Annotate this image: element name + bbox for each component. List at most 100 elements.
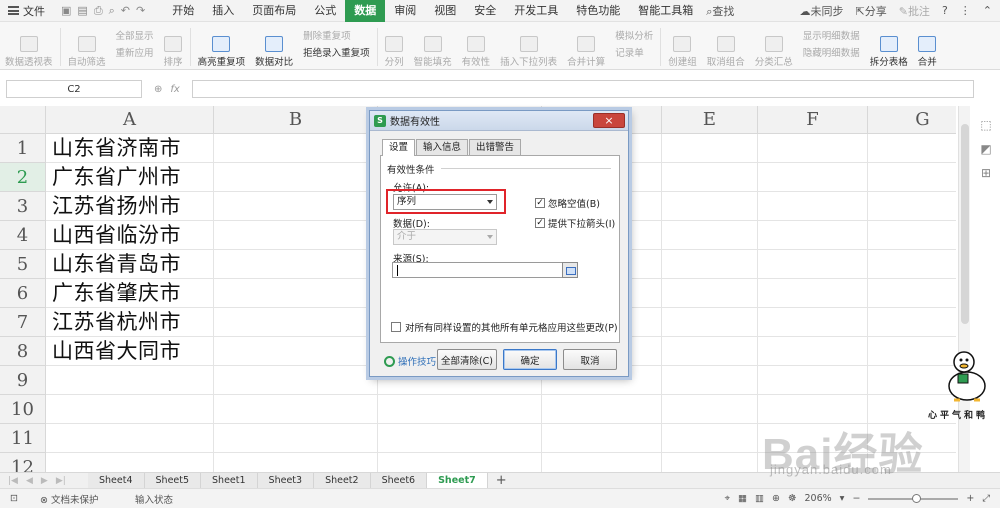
grid-cell[interactable] <box>542 424 662 453</box>
row-header[interactable]: 10 <box>0 395 46 424</box>
ungroup-button[interactable]: 取消组合 <box>702 26 750 68</box>
text-to-columns-button[interactable]: 分列 <box>380 26 409 68</box>
grid-cell[interactable] <box>46 395 214 424</box>
sheet-tab[interactable]: Sheet3 <box>257 472 315 489</box>
add-sheet-button[interactable]: + <box>488 473 515 488</box>
grid-cell[interactable] <box>542 453 662 472</box>
grid-cell[interactable] <box>214 279 378 308</box>
grid-cell[interactable] <box>868 279 956 308</box>
undo-icon[interactable]: ↶ <box>121 4 130 18</box>
cell-a5[interactable]: 山东省青岛市 <box>52 250 181 279</box>
source-input[interactable] <box>392 262 564 278</box>
sort-button[interactable]: 排序 <box>159 26 188 68</box>
grid-cell[interactable] <box>758 337 868 366</box>
collapse-ribbon-icon[interactable]: ⌃ <box>983 4 992 17</box>
tab-home[interactable]: 开始 <box>163 0 203 22</box>
reject-duplicates-button[interactable]: 拒绝录入重复项 <box>303 45 370 59</box>
tab-page-layout[interactable]: 页面布局 <box>243 0 305 22</box>
cell-a7[interactable]: 江苏省杭州市 <box>52 308 181 337</box>
preview-icon[interactable]: ⌕ <box>109 4 115 18</box>
cell-a6[interactable]: 广东省肇庆市 <box>52 279 181 308</box>
row-header[interactable]: 3 <box>0 192 46 221</box>
sheet-tab-active[interactable]: Sheet7 <box>427 472 488 489</box>
zoom-search-icon[interactable]: ⊕ <box>154 84 162 95</box>
grid-cell[interactable] <box>46 366 214 395</box>
cell-a2[interactable]: 广东省广州市 <box>52 163 181 192</box>
fullscreen-icon[interactable]: ⤢ <box>982 493 990 504</box>
row-header[interactable]: 8 <box>0 337 46 366</box>
reapply-button[interactable]: 重新应用 <box>116 45 154 59</box>
auto-filter-button[interactable]: 自动筛选 <box>63 26 111 68</box>
side-format-icon[interactable]: ⊞ <box>981 166 991 180</box>
range-select-button[interactable] <box>562 262 578 278</box>
row-header[interactable]: 12 <box>0 453 46 472</box>
sheet-tab[interactable]: Sheet4 <box>88 472 145 489</box>
show-detail-button[interactable]: 显示明细数据 <box>803 28 860 42</box>
column-header-b[interactable]: B <box>214 106 378 134</box>
grid-cell[interactable] <box>662 134 758 163</box>
grid-cell[interactable] <box>214 453 378 472</box>
grid-cell[interactable] <box>378 453 542 472</box>
tab-data[interactable]: 数据 <box>345 0 386 22</box>
file-menu-button[interactable]: 文件 <box>0 0 53 22</box>
grid-cell[interactable] <box>214 192 378 221</box>
close-button[interactable]: × <box>593 113 625 128</box>
zoom-level[interactable]: 206% <box>805 493 832 504</box>
grid-cell[interactable] <box>868 337 956 366</box>
zoom-slider-knob[interactable] <box>912 493 922 503</box>
ok-button[interactable]: 确定 <box>503 349 557 370</box>
grid-cell[interactable] <box>758 221 868 250</box>
grid-cell[interactable] <box>214 395 378 424</box>
protect-status[interactable]: ⊗ 文档未保护 <box>40 492 135 506</box>
zoom-in-button[interactable]: + <box>966 493 974 504</box>
dropdown-arrow-checkbox[interactable]: ✓ 提供下拉箭头(I) <box>535 216 615 230</box>
grid-cell[interactable] <box>868 250 956 279</box>
reading-mode-icon[interactable]: ☸ <box>788 493 797 504</box>
insert-dropdown-button[interactable]: 插入下拉列表 <box>495 26 562 68</box>
share-button[interactable]: ⇱分享 <box>856 3 887 19</box>
sync-button[interactable]: ☁未同步 <box>800 3 844 19</box>
page-layout-icon[interactable]: ▥ <box>755 493 764 504</box>
print-icon[interactable]: ⎙ <box>94 4 103 18</box>
grid-cell[interactable] <box>758 366 868 395</box>
grid-cell[interactable] <box>758 250 868 279</box>
form-button[interactable]: 记录单 <box>615 45 653 59</box>
row-header[interactable]: 4 <box>0 221 46 250</box>
sheet-tab[interactable]: Sheet1 <box>201 472 258 489</box>
side-select-icon[interactable]: ⬚ <box>980 118 991 132</box>
tips-link[interactable]: 操作技巧 <box>384 354 436 368</box>
grid-cell[interactable] <box>662 221 758 250</box>
what-if-button[interactable]: 模拟分析 <box>615 28 653 42</box>
sheet-tab[interactable]: Sheet2 <box>314 472 371 489</box>
page-break-icon[interactable]: ⊕ <box>772 493 780 504</box>
cell-a8[interactable]: 山西省大同市 <box>52 337 181 366</box>
tab-settings[interactable]: 设置 <box>382 139 416 156</box>
data-select[interactable]: 介于 <box>393 229 497 245</box>
grid-cell[interactable] <box>46 453 214 472</box>
data-compare-button[interactable]: 数据对比 <box>250 26 298 68</box>
zoom-slider[interactable] <box>868 493 959 503</box>
grid-cell[interactable] <box>214 424 378 453</box>
row-header[interactable]: 6 <box>0 279 46 308</box>
grid-cell[interactable] <box>214 134 378 163</box>
hide-detail-button[interactable]: 隐藏明细数据 <box>803 45 860 59</box>
grid-cell[interactable] <box>662 192 758 221</box>
macro-icon[interactable]: ⊡ <box>0 493 40 504</box>
row-header[interactable]: 11 <box>0 424 46 453</box>
cell-a1[interactable]: 山东省济南市 <box>52 134 181 163</box>
zoom-out-button[interactable]: − <box>852 493 860 504</box>
column-header-g[interactable]: G <box>868 106 956 134</box>
cell-a3[interactable]: 江苏省扬州市 <box>52 192 181 221</box>
grid-cell[interactable] <box>214 250 378 279</box>
grid-cell[interactable] <box>214 337 378 366</box>
grid-cell[interactable] <box>662 279 758 308</box>
grid-cell[interactable] <box>662 424 758 453</box>
grid-cell[interactable] <box>214 308 378 337</box>
export-icon[interactable]: ▤ <box>77 4 87 18</box>
grid-cell[interactable] <box>378 395 542 424</box>
grid-cell[interactable] <box>868 134 956 163</box>
row-header[interactable]: 7 <box>0 308 46 337</box>
apply-all-checkbox[interactable]: 对所有同样设置的其他所有单元格应用这些更改(P) <box>391 320 618 334</box>
formula-input[interactable] <box>191 80 974 98</box>
grid-cell[interactable] <box>214 221 378 250</box>
